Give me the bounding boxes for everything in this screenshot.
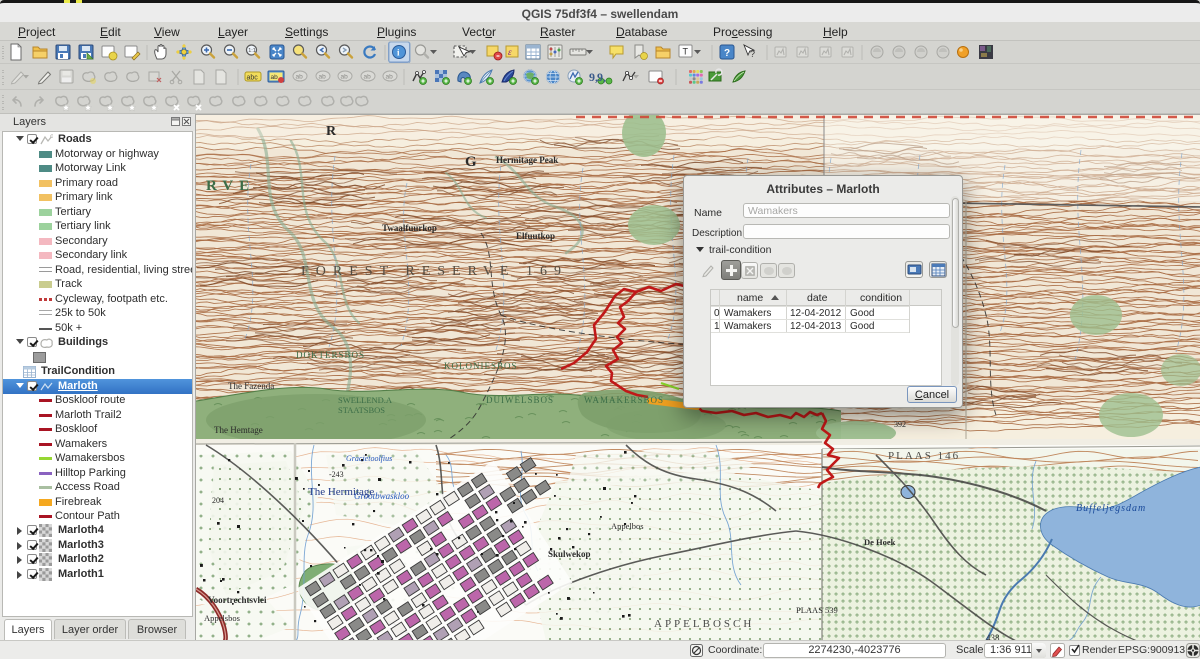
svg-text:Twaalfuurkop: Twaalfuurkop: [382, 223, 437, 233]
svg-text:ab: ab: [271, 74, 279, 81]
svg-text:?: ?: [724, 48, 730, 59]
svg-text:WAMAKERSBOS: WAMAKERSBOS: [584, 395, 664, 405]
svg-text:Hermitage Peak: Hermitage Peak: [496, 155, 558, 165]
svg-text:De Hoek: De Hoek: [864, 537, 896, 547]
svg-text:ab: ab: [341, 74, 349, 81]
svg-text:Buffeljegsdam: Buffeljegsdam: [1076, 503, 1146, 514]
svg-text:DUIWELSBOS: DUIWELSBOS: [486, 395, 554, 405]
svg-text:Elfuutkop: Elfuutkop: [516, 231, 555, 241]
svg-text:ab: ab: [386, 74, 394, 81]
svg-text:392: 392: [894, 420, 906, 429]
svg-text:KOLONIESBOS: KOLONIESBOS: [444, 361, 518, 371]
svg-text:The Hemtage: The Hemtage: [214, 425, 263, 435]
svg-text:Voortrechtsvlei: Voortrechtsvlei: [208, 595, 267, 605]
svg-text:-243: -243: [329, 470, 344, 479]
svg-text:The Fazenda: The Fazenda: [228, 381, 274, 391]
svg-text:ab: ab: [296, 74, 304, 81]
svg-text:PLAAS 539: PLAAS 539: [796, 605, 838, 615]
svg-text:RVE: RVE: [206, 178, 255, 194]
svg-text:R: R: [326, 124, 337, 139]
svg-text:SWELLEND.A: SWELLEND.A: [338, 395, 393, 405]
svg-text:STAATSBOS: STAATSBOS: [338, 405, 385, 415]
svg-text:Appelbos: Appelbos: [611, 521, 644, 531]
svg-text:APPELBOSCH: APPELBOSCH: [654, 618, 754, 630]
svg-text:PLAAS 146: PLAAS 146: [888, 450, 960, 462]
svg-text:Appelsbos: Appelsbos: [204, 613, 240, 623]
svg-text:The Hermitage: The Hermitage: [308, 486, 374, 498]
svg-text:DOKTERSBOS: DOKTERSBOS: [296, 350, 365, 360]
svg-text:ab: ab: [319, 74, 327, 81]
svg-text:abc: abc: [247, 75, 259, 82]
svg-text:ε: ε: [508, 47, 512, 57]
svg-text:G: G: [465, 154, 477, 170]
svg-text:ab: ab: [364, 74, 372, 81]
svg-text:T: T: [683, 47, 689, 57]
svg-text:Gracietoolfius: Gracietoolfius: [346, 454, 392, 463]
svg-text:9,: 9,: [597, 70, 606, 84]
svg-text:204: 204: [212, 496, 224, 505]
svg-text:Skulwekop: Skulwekop: [548, 549, 591, 559]
svg-text:FOREST RESERVE 169: FOREST RESERVE 169: [301, 264, 568, 279]
svg-text:?: ?: [750, 49, 755, 59]
svg-text:438: 438: [986, 633, 1000, 640]
